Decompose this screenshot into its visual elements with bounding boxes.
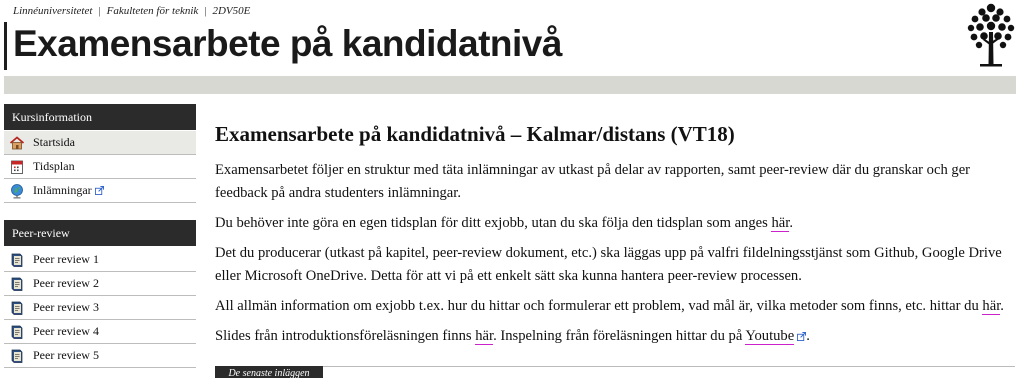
sidebar-item-label: Peer review 4 [33,324,99,338]
sidebar-item-label: Peer review 1 [33,252,99,266]
book-icon [11,325,23,339]
paragraph-text: . Inspelning från föreläsningen hittar d… [493,328,746,344]
breadcrumb-faculty[interactable]: Fakulteten för teknik [107,5,199,17]
sidebar-item-label: Startsida [33,135,75,149]
general-info-paragraph: All allmän information om exjobb t.ex. h… [215,295,1015,318]
sidebar-item-label: Peer review 2 [33,276,99,290]
intro-paragraph: Examensarbetet följer en struktur med tä… [215,162,971,201]
breadcrumb-course-code[interactable]: 2DV50E [212,5,250,17]
breadcrumb-separator: | [98,5,101,17]
tree-logo-icon[interactable] [966,2,1016,68]
paragraph-text: Slides från introduktionsföreläsningen f… [215,328,476,344]
sidebar-item-peer-review-3[interactable]: Peer review 3 [4,296,196,320]
latest-posts-tab[interactable]: De senaste inläggen [215,366,323,378]
sidebar-section-peer-review: Peer-review [4,220,196,246]
page-heading: Examensarbete på kandidatnivå – Kalmar/d… [215,122,735,146]
slides-paragraph: Slides från introduktionsföreläsningen f… [215,325,1015,348]
sidebar-item-tidsplan[interactable]: Tidsplan [4,155,196,179]
paragraph-text: . [1000,298,1004,314]
book-icon [11,253,23,267]
sidebar-item-peer-review-2[interactable]: Peer review 2 [4,272,196,296]
paragraph-text: Du behöver inte göra en egen tidsplan fö… [215,215,772,231]
sidebar-item-inlamningar[interactable]: Inlämningar [4,179,196,203]
sidebar-list-peer-review: Peer review 1 Peer review 2 Peer review … [4,248,196,368]
main-content: Examensarbete på kandidatnivå – Kalmar/d… [215,122,1015,355]
paragraph-text: . [806,328,810,344]
breadcrumb-separator: | [204,5,207,17]
book-icon [11,349,23,363]
sidebar-section-kursinformation: Kursinformation [4,104,196,130]
sidebar-item-startsida[interactable]: Startsida [4,131,196,155]
sidebar-list-kursinformation: Startsida Tidsplan Inlämningar [4,131,196,203]
header-divider-band [4,76,1016,94]
external-link-icon [797,332,807,342]
paragraph-text: All allmän information om exjobb t.ex. h… [215,298,983,314]
calendar-icon [11,160,23,174]
sidebar-item-peer-review-5[interactable]: Peer review 5 [4,344,196,368]
sidebar-item-label: Tidsplan [33,159,75,173]
site-title[interactable]: Examensarbete på kandidatnivå [13,23,562,65]
sidebar-item-label: Inlämningar [33,183,92,197]
book-icon [11,277,23,291]
paragraph-text: . [789,215,793,231]
file-sharing-paragraph: Det du producerar (utkast på kapitel, pe… [215,245,1002,284]
sidebar-item-label: Peer review 5 [33,348,99,362]
breadcrumb-university[interactable]: Linnéuniversitetet [13,5,92,17]
sidebar-item-peer-review-4[interactable]: Peer review 4 [4,320,196,344]
site-header: Linnéuniversitetet | Fakulteten för teknik… [0,0,1024,76]
schedule-link[interactable]: här [771,215,790,232]
sidebar-item-peer-review-1[interactable]: Peer review 1 [4,248,196,272]
globe-icon [11,183,23,198]
general-info-link[interactable]: här [982,298,1001,315]
sidebar-item-label: Peer review 3 [33,300,99,314]
schedule-paragraph: Du behöver inte göra en egen tidsplan fö… [215,212,1015,235]
content-divider [215,366,1015,367]
external-link-icon [94,186,104,195]
youtube-link[interactable]: Youtube [745,328,795,345]
house-icon [9,135,25,149]
title-accent-bar [4,22,7,70]
breadcrumb: Linnéuniversitetet | Fakulteten för teknik… [13,5,250,17]
slides-link[interactable]: här [475,328,494,345]
book-icon [11,301,23,315]
